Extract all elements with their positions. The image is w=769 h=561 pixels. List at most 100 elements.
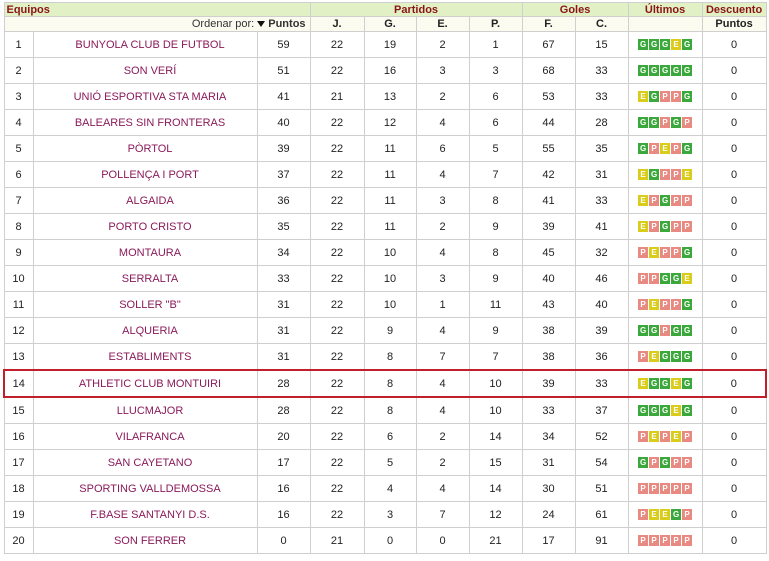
table-row: 6 POLLENÇA I PORT 37 22 11 4 7 42 31 E G P P E 0	[3, 161, 767, 188]
loss-badge: P	[682, 535, 693, 547]
team-link[interactable]: VILAFRANCA	[115, 431, 184, 443]
played-cell: 22	[309, 31, 365, 58]
drawn-cell: 2	[415, 449, 470, 476]
position-cell: 6	[3, 161, 34, 188]
loss-badge: P	[638, 431, 649, 443]
team-link[interactable]: SON VERÍ	[124, 65, 177, 77]
recent-form-cell: PPPPP	[627, 475, 703, 502]
team-link[interactable]: POLLENÇA I PORT	[101, 169, 199, 181]
played-cell: 22	[309, 57, 365, 84]
loss-badge: P	[682, 117, 693, 129]
draw-badge: E	[638, 378, 649, 390]
win-badge: G	[649, 405, 660, 417]
team-link[interactable]: UNIÓ ESPORTIVA STA MARIA	[74, 91, 227, 103]
loss-badge: P	[638, 299, 649, 311]
team-link[interactable]: SOLLER "B"	[119, 299, 181, 311]
table-row: 10 SERRALTA 33 22 10 3 9 40 46 P P G G E 0	[3, 265, 767, 292]
team-link[interactable]: SPORTING VALLDEMOSSA	[79, 483, 220, 495]
team-link[interactable]: F.BASE SANTANYI D.S.	[90, 509, 210, 521]
draw-badge: E	[682, 169, 693, 181]
win-badge: G	[682, 143, 693, 155]
team-link[interactable]: BALEARES SIN FRONTERAS	[75, 117, 225, 129]
col-p[interactable]: P.	[468, 16, 523, 32]
win-badge: G	[682, 65, 693, 77]
win-badge: G	[660, 65, 671, 77]
recent-form-cell: GGPGG	[627, 317, 703, 344]
lost-cell: 8	[468, 187, 523, 214]
position-cell: 18	[3, 475, 34, 502]
team-link[interactable]: ATHLETIC CLUB MONTUIRI	[79, 378, 221, 390]
loss-badge: P	[682, 483, 693, 495]
col-e[interactable]: E.	[415, 16, 470, 32]
loss-badge: P	[660, 535, 671, 547]
win-badge: G	[660, 39, 671, 51]
goals-against-cell: 36	[574, 343, 629, 371]
recent-form: EGPPG	[638, 91, 693, 103]
team-cell: SAN CAYETANO	[32, 449, 258, 476]
discount-points-cell: 0	[701, 265, 767, 292]
team-link[interactable]: LLUCMAJOR	[117, 405, 184, 417]
goals-for-cell: 44	[521, 109, 576, 136]
position-cell: 16	[3, 423, 34, 450]
played-cell: 22	[309, 369, 365, 398]
goals-for-cell: 38	[521, 317, 576, 344]
draw-badge: E	[671, 431, 682, 443]
position-cell: 11	[3, 291, 34, 318]
team-link[interactable]: PORTO CRISTO	[108, 221, 191, 233]
goals-for-cell: 17	[521, 527, 576, 554]
team-cell: SON FERRER	[32, 527, 258, 554]
win-badge: G	[682, 378, 693, 390]
sort-control[interactable]: Ordenar por: Puntos	[3, 16, 311, 32]
win-badge: G	[682, 39, 693, 51]
recent-form: PEPPG	[638, 247, 693, 259]
win-badge: G	[671, 509, 682, 521]
team-cell: ALQUERIA	[32, 317, 258, 344]
team-link[interactable]: ALGAIDA	[126, 195, 174, 207]
team-link[interactable]: BUNYOLA CLUB DE FUTBOL	[75, 39, 224, 51]
win-badge: G	[682, 299, 693, 311]
table-row: 11 SOLLER "B" 31 22 10 1 11 43 40 P E P P G 0	[3, 291, 767, 318]
recent-form: EGGEG	[638, 378, 693, 390]
sort-by-puntos-link[interactable]: Puntos	[268, 18, 305, 30]
won-cell: 6	[363, 423, 417, 450]
win-badge: G	[638, 457, 649, 469]
discount-points-cell: 0	[701, 369, 768, 398]
goals-against-cell: 33	[574, 83, 629, 110]
played-cell: 22	[309, 109, 365, 136]
discount-points-cell: 0	[701, 31, 767, 58]
won-cell: 8	[363, 396, 417, 424]
sort-desc-icon[interactable]	[257, 21, 266, 28]
team-link[interactable]: SON FERRER	[114, 535, 186, 547]
goles-header: Goles	[521, 2, 629, 17]
team-link[interactable]: SERRALTA	[122, 273, 178, 285]
team-link[interactable]: ESTABLIMENTS	[109, 351, 192, 363]
goals-against-cell: 46	[574, 265, 629, 292]
drawn-cell: 4	[415, 161, 470, 188]
team-link[interactable]: SAN CAYETANO	[108, 457, 193, 469]
lost-cell: 10	[468, 369, 523, 398]
team-link[interactable]: ALQUERIA	[122, 325, 178, 337]
order-label: Ordenar por:	[191, 18, 255, 30]
drawn-cell: 4	[415, 396, 470, 424]
table-row: 20 SON FERRER 0 21 0 0 21 17 91 P P P P P 0	[3, 527, 767, 554]
goals-against-cell: 54	[574, 449, 629, 476]
draw-badge: E	[671, 405, 682, 417]
won-cell: 0	[363, 527, 417, 554]
team-cell: SOLLER "B"	[32, 291, 258, 318]
played-cell: 22	[309, 343, 365, 371]
points-cell: 41	[256, 83, 311, 110]
table-row: 4 BALEARES SIN FRONTERAS 40 22 12 4 6 44 28 G G P G P…	[3, 109, 767, 136]
win-badge: G	[660, 378, 671, 390]
loss-badge: P	[660, 483, 671, 495]
col-f[interactable]: F.	[521, 16, 576, 32]
team-link[interactable]: PÒRTOL	[128, 143, 173, 155]
loss-badge: P	[671, 535, 682, 547]
position-cell: 17	[3, 449, 34, 476]
team-link[interactable]: MONTAURA	[119, 247, 181, 259]
recent-form-cell: GGGGG	[627, 57, 703, 84]
points-cell: 33	[256, 265, 311, 292]
col-g[interactable]: G.	[363, 16, 417, 32]
col-c[interactable]: C.	[574, 16, 629, 32]
position-cell: 13	[3, 343, 34, 371]
col-j[interactable]: J.	[309, 16, 365, 32]
